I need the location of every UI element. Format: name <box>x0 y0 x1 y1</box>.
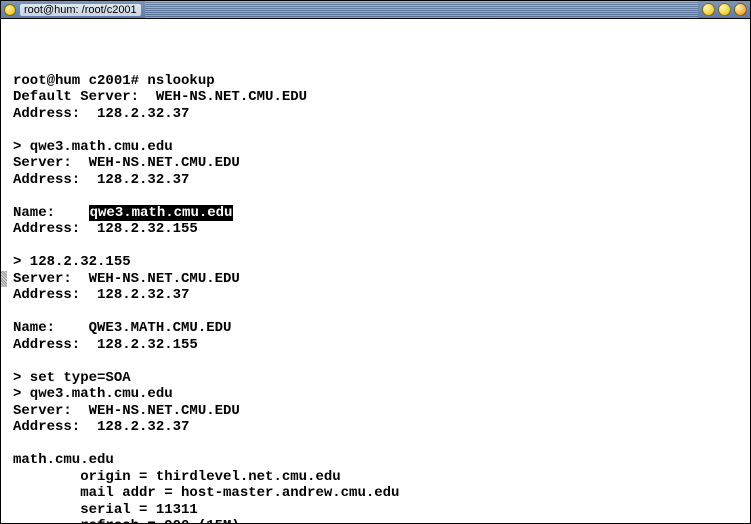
terminal-area[interactable]: root@hum c2001# nslookup Default Server:… <box>1 19 750 523</box>
line: > 128.2.32.155 <box>13 254 131 270</box>
app-icon <box>4 4 16 16</box>
line: > set type=SOA <box>13 370 131 386</box>
line: origin = thirdlevel.net.cmu.edu <box>13 469 341 485</box>
line: Default Server: WEH-NS.NET.CMU.EDU <box>13 89 307 105</box>
line: Address: 128.2.32.155 <box>13 337 198 353</box>
line: math.cmu.edu <box>13 452 114 468</box>
line: Address: 128.2.32.37 <box>13 106 189 122</box>
line: serial = 11311 <box>13 502 198 518</box>
window-title: root@hum: /root/c2001 <box>20 4 141 16</box>
line: Address: 128.2.32.155 <box>13 221 198 237</box>
terminal-window: root@hum: /root/c2001 root@hum c2001# ns… <box>0 0 751 524</box>
titlebar-buttons <box>702 3 747 16</box>
maximize-button[interactable] <box>718 3 731 16</box>
terminal-output: root@hum c2001# nslookup Default Server:… <box>9 73 742 523</box>
titlebar-spacer <box>145 1 698 18</box>
close-button[interactable] <box>734 3 747 16</box>
line: Address: 128.2.32.37 <box>13 287 189 303</box>
highlighted-hostname: qwe3.math.cmu.edu <box>89 205 234 221</box>
line: > qwe3.math.cmu.edu <box>13 386 173 402</box>
line: Name: <box>13 205 89 221</box>
line: Server: WEH-NS.NET.CMU.EDU <box>13 403 240 419</box>
line: refresh = 900 (15M) <box>13 518 240 523</box>
line: Address: 128.2.32.37 <box>13 419 189 435</box>
line: root@hum c2001# nslookup <box>13 73 215 89</box>
line: Server: WEH-NS.NET.CMU.EDU <box>13 271 240 287</box>
line: mail addr = host-master.andrew.cmu.edu <box>13 485 399 501</box>
titlebar[interactable]: root@hum: /root/c2001 <box>1 1 750 19</box>
line: Address: 128.2.32.37 <box>13 172 189 188</box>
minimize-button[interactable] <box>702 3 715 16</box>
line: Name: QWE3.MATH.CMU.EDU <box>13 320 231 336</box>
line: Server: WEH-NS.NET.CMU.EDU <box>13 155 240 171</box>
scroll-indicator <box>1 271 7 287</box>
line: > qwe3.math.cmu.edu <box>13 139 173 155</box>
